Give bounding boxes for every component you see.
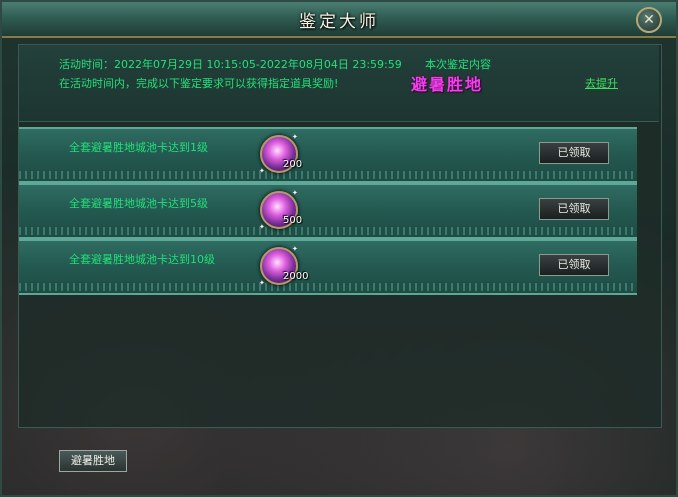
sparkle-icon: ✦ <box>259 279 265 287</box>
task-row: 全套避暑胜地城池卡达到10级 ✦ ✦ 2000 已领取 <box>19 239 637 295</box>
sparkle-icon: ✦ <box>292 133 298 141</box>
sparkle-icon: ✦ <box>259 167 265 175</box>
theme-name: 避暑胜地 <box>411 75 484 94</box>
task-row: 全套避暑胜地城池卡达到1级 ✦ ✦ 200 已领取 <box>19 127 637 183</box>
sparkle-icon: ✦ <box>292 245 298 253</box>
info-section: 活动时间：2022年07月29日 10:15:05-2022年08月04日 23… <box>19 45 659 122</box>
claimed-button[interactable]: 已领取 <box>539 142 609 164</box>
activity-time: 活动时间：2022年07月29日 10:15:05-2022年08月04日 23… <box>59 58 402 71</box>
reward-count: 2000 <box>283 271 309 282</box>
main-panel: 活动时间：2022年07月29日 10:15:05-2022年08月04日 23… <box>18 44 662 428</box>
summer-resort-tab-button[interactable]: 避暑胜地 <box>59 450 127 472</box>
sparkle-icon: ✦ <box>259 223 265 231</box>
requirement-text: 在活动时间内，完成以下鉴定要求可以获得指定道具奖励! <box>59 77 339 90</box>
close-icon[interactable]: ✕ <box>636 7 662 33</box>
claimed-button[interactable]: 已领取 <box>539 198 609 220</box>
go-upgrade-link[interactable]: 去提升 <box>585 75 618 91</box>
appraisal-master-window: 鉴定大师 ✕ 活动时间：2022年07月29日 10:15:05-2022年08… <box>0 0 678 497</box>
row-pattern <box>19 171 637 179</box>
content-label: 本次鉴定内容 <box>425 58 491 71</box>
reward-count: 500 <box>283 215 303 226</box>
row-pattern <box>19 283 637 291</box>
task-row: 全套避暑胜地城池卡达到5级 ✦ ✦ 500 已领取 <box>19 183 637 239</box>
task-label: 全套避暑胜地城池卡达到5级 <box>69 197 208 210</box>
claimed-button[interactable]: 已领取 <box>539 254 609 276</box>
title-bar: 鉴定大师 ✕ <box>2 2 676 38</box>
sparkle-icon: ✦ <box>292 189 298 197</box>
task-label: 全套避暑胜地城池卡达到10级 <box>69 253 215 266</box>
row-pattern <box>19 227 637 235</box>
reward-count: 200 <box>283 159 303 170</box>
window-title: 鉴定大师 <box>299 12 379 32</box>
task-label: 全套避暑胜地城池卡达到1级 <box>69 141 208 154</box>
